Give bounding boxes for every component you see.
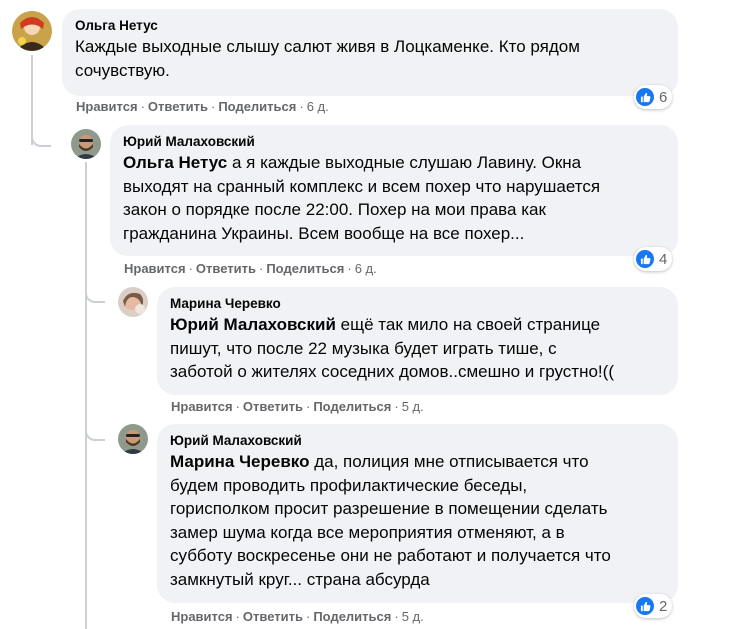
like-count: 6	[659, 88, 668, 106]
reply-button[interactable]: Ответить	[148, 99, 208, 114]
like-count: 4	[659, 250, 668, 268]
reply-button[interactable]: Ответить	[196, 261, 256, 276]
comment-author[interactable]: Юрий Малаховский	[123, 133, 664, 150]
comment-text-line: выходят на сранный комплекс и всем похер…	[123, 176, 601, 196]
reaction-count[interactable]: 6	[634, 85, 673, 109]
share-button[interactable]: Поделиться	[266, 261, 344, 276]
comment-text-line: закон о порядке после 22:00. Похер на мо…	[123, 200, 546, 219]
comment-timestamp[interactable]: 6 д.	[307, 99, 329, 114]
like-button[interactable]: Нравится	[124, 261, 186, 276]
avatar[interactable]	[118, 287, 148, 317]
separator: ·	[305, 399, 311, 414]
separator: ·	[394, 399, 399, 414]
mention-link[interactable]: Ольга Нетус	[123, 153, 227, 172]
comment-actions: Нравится · Ответить · Поделиться · 6 д.	[76, 99, 329, 115]
comment-actions: Нравится · Ответить · Поделиться · 5 д.	[171, 609, 424, 625]
separator: ·	[210, 99, 216, 114]
comment-text-line: замкнутый круг... страна абсурда	[170, 569, 430, 589]
avatar-image	[12, 11, 52, 51]
reaction-count[interactable]: 2	[634, 594, 673, 618]
comment-text-line: ещё так мило на своей странице	[335, 315, 601, 334]
avatar-image	[118, 424, 148, 454]
thread-line-replies	[85, 162, 87, 629]
separator: ·	[140, 99, 145, 114]
separator: ·	[235, 399, 240, 414]
comment-text-line: гражданина Украины. Всем вообще на все п…	[123, 223, 525, 243]
share-button[interactable]: Поделиться	[313, 609, 391, 624]
separator: ·	[394, 609, 399, 624]
comment-text-line: будем проводить профилактические беседы,	[170, 475, 528, 495]
comment-text-line: да, полиция мне отписывается что	[309, 452, 589, 471]
comment-text: Ольга Нетус а я каждые выходные слушаю Л…	[123, 151, 664, 245]
comment-bubble: Юрий Малаховский Ольга Нетус а я каждые …	[110, 125, 678, 256]
comment-text-line: субботу воскресенье они не работают и по…	[170, 546, 611, 565]
like-icon	[636, 597, 654, 615]
separator: ·	[258, 261, 264, 276]
like-button[interactable]: Нравится	[171, 399, 233, 414]
comment-text-line: а я каждые выходные слушаю Лавину. Окна	[227, 153, 582, 172]
comment-timestamp[interactable]: 6 д.	[355, 261, 377, 276]
comment-timestamp[interactable]: 5 д.	[402, 609, 424, 624]
avatar[interactable]	[12, 11, 52, 51]
comment-bubble: Марина Черевко Юрий Малаховский ещё так …	[157, 287, 678, 395]
comment-text-line: горисполком просит разрешение в помещени…	[170, 499, 608, 518]
like-icon	[636, 88, 654, 106]
comment-author[interactable]: Марина Черевко	[170, 295, 664, 312]
reaction-count[interactable]: 4	[634, 247, 673, 271]
share-button[interactable]: Поделиться	[313, 399, 391, 414]
share-button[interactable]: Поделиться	[218, 99, 296, 114]
comment-text: Каждые выходные слышу салют живя в Лоцка…	[75, 35, 664, 82]
comment-bubble: Юрий Малаховский Марина Черевко да, поли…	[157, 424, 678, 603]
comment-text-line: замер шума когда все мероприятия отменяю…	[170, 522, 565, 542]
separator: ·	[305, 609, 311, 624]
separator: ·	[235, 609, 240, 624]
mention-link[interactable]: Марина Черевко	[170, 452, 309, 471]
comment-actions: Нравится · Ответить · Поделиться · 5 д.	[171, 399, 424, 415]
thread-connector	[85, 425, 105, 441]
comment-author[interactable]: Ольга Нетус	[75, 17, 664, 34]
comment-text: Юрий Малаховский ещё так мило на своей с…	[170, 313, 664, 384]
separator: ·	[347, 261, 352, 276]
like-button[interactable]: Нравится	[171, 609, 233, 624]
comment-bubble: Ольга Нетус Каждые выходные слышу салют …	[62, 9, 678, 96]
reply-button[interactable]: Ответить	[243, 609, 303, 624]
like-icon	[636, 250, 654, 268]
comment-timestamp[interactable]: 5 д.	[402, 399, 424, 414]
comment-text-line: сочувствую.	[75, 60, 170, 80]
comment-text: Марина Черевко да, полиция мне отписывае…	[170, 450, 664, 591]
like-count: 2	[659, 597, 668, 615]
separator: ·	[188, 261, 193, 276]
thread-connector	[85, 287, 105, 303]
reply-button[interactable]: Ответить	[243, 399, 303, 414]
like-button[interactable]: Нравится	[76, 99, 138, 114]
avatar-image	[71, 129, 101, 159]
thread-connector	[31, 131, 51, 147]
comment-actions: Нравится · Ответить · Поделиться · 6 д.	[124, 261, 377, 277]
comment-text-line: Каждые выходные слышу салют живя в Лоцка…	[75, 37, 580, 56]
avatar[interactable]	[118, 424, 148, 454]
comment-author[interactable]: Юрий Малаховский	[170, 432, 664, 449]
comment-text-line: пишут, что после 22 музыка будет играть …	[170, 338, 557, 358]
mention-link[interactable]: Юрий Малаховский	[170, 315, 336, 334]
comment-text-line: заботой о жителях соседних домов..смешно…	[170, 362, 614, 381]
separator: ·	[299, 99, 304, 114]
avatar[interactable]	[71, 129, 101, 159]
avatar-image	[118, 287, 148, 317]
